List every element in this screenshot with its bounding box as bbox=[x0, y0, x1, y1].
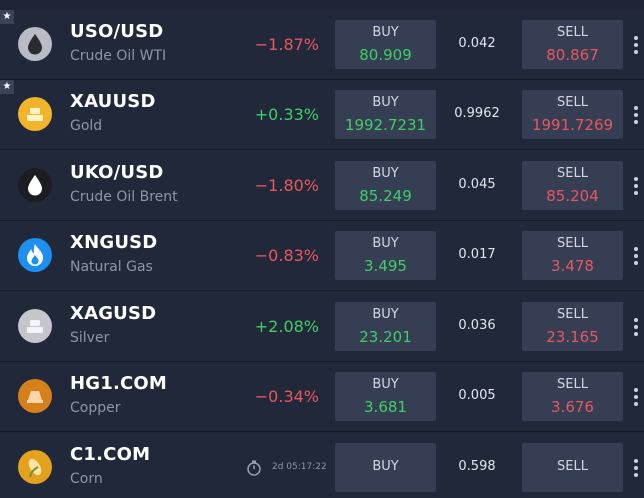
more-options-icon[interactable] bbox=[630, 316, 642, 340]
more-options-icon[interactable] bbox=[630, 386, 642, 410]
buy-label: BUY bbox=[372, 25, 399, 40]
more-options-icon[interactable] bbox=[630, 457, 642, 481]
flame-icon bbox=[18, 238, 52, 272]
sell-button[interactable]: SELL 23.165 bbox=[522, 302, 623, 351]
instrument-name: Crude Oil Brent bbox=[70, 189, 178, 205]
market-timer: 2d 05:17:22 bbox=[246, 460, 336, 476]
buy-price: 80.909 bbox=[359, 46, 412, 64]
sell-label: SELL bbox=[557, 236, 588, 251]
instrument-row[interactable]: HG1.COM Copper −0.34% BUY 3.681 0.005 SELL 3.67… bbox=[0, 362, 644, 432]
more-options-icon[interactable] bbox=[630, 175, 642, 199]
sell-button[interactable]: SELL 3.676 bbox=[522, 372, 623, 421]
silver-bars-icon bbox=[18, 309, 52, 343]
buy-button[interactable]: BUY 3.681 bbox=[335, 372, 436, 421]
instrument-symbol: XAGUSD bbox=[70, 303, 157, 324]
sell-price: 3.478 bbox=[551, 257, 594, 275]
daily-change: −1.80% bbox=[254, 176, 319, 195]
sell-price: 3.676 bbox=[551, 398, 594, 416]
instrument-name: Silver bbox=[70, 330, 110, 346]
instrument-row[interactable]: ★ XAUUSD Gold +0.33% BUY 1992.7231 0.9962 SELL 1… bbox=[0, 80, 644, 150]
instrument-symbol: XNGUSD bbox=[70, 232, 158, 253]
timer-countdown: 2d 05:17:22 bbox=[272, 462, 327, 472]
instrument-name: Gold bbox=[70, 118, 103, 134]
instrument-name: Crude Oil WTI bbox=[70, 48, 167, 64]
buy-button[interactable]: BUY bbox=[335, 443, 436, 492]
spread-value: 0.9962 bbox=[454, 106, 500, 121]
sell-button[interactable]: SELL 3.478 bbox=[522, 231, 623, 280]
more-options-icon[interactable] bbox=[630, 34, 642, 58]
sell-label: SELL bbox=[557, 25, 588, 40]
stopwatch-icon bbox=[246, 460, 262, 480]
buy-button[interactable]: BUY 23.201 bbox=[335, 302, 436, 351]
oil-drop-icon bbox=[18, 168, 52, 202]
sell-label: SELL bbox=[557, 377, 588, 392]
buy-button[interactable]: BUY 1992.7231 bbox=[335, 90, 436, 139]
instrument-symbol: UKO/USD bbox=[70, 162, 164, 183]
sell-price: 1991.7269 bbox=[531, 116, 614, 134]
instrument-symbol: HG1.COM bbox=[70, 373, 168, 394]
daily-change: +2.08% bbox=[254, 317, 319, 336]
gold-bars-icon bbox=[18, 97, 52, 131]
sell-button[interactable]: SELL 80.867 bbox=[522, 20, 623, 69]
daily-change: −1.87% bbox=[254, 35, 319, 54]
sell-label: SELL bbox=[557, 166, 588, 181]
instrument-row[interactable]: XNGUSD Natural Gas −0.83% BUY 3.495 0.017 SELL… bbox=[0, 221, 644, 291]
sell-price: 80.867 bbox=[546, 46, 599, 64]
buy-label: BUY bbox=[372, 459, 399, 474]
instrument-name: Natural Gas bbox=[70, 259, 153, 275]
sell-label: SELL bbox=[557, 95, 588, 110]
copper-bar-icon bbox=[18, 379, 52, 413]
buy-label: BUY bbox=[372, 95, 399, 110]
buy-label: BUY bbox=[372, 166, 399, 181]
sell-label: SELL bbox=[557, 459, 588, 474]
buy-price: 85.249 bbox=[359, 187, 412, 205]
corn-icon bbox=[18, 450, 52, 484]
buy-price: 3.495 bbox=[364, 257, 407, 275]
buy-price: 23.201 bbox=[359, 328, 412, 346]
oil-drop-icon bbox=[18, 27, 52, 61]
daily-change: +0.33% bbox=[254, 105, 319, 124]
spread-value: 0.036 bbox=[458, 318, 496, 333]
instrument-symbol: USO/USD bbox=[70, 21, 164, 42]
instrument-row[interactable]: XAGUSD Silver +2.08% BUY 23.201 0.036 SELL 23.1… bbox=[0, 292, 644, 362]
spread-value: 0.017 bbox=[458, 247, 496, 262]
more-options-icon[interactable] bbox=[630, 104, 642, 128]
instrument-symbol: C1.COM bbox=[70, 444, 151, 465]
sell-price: 23.165 bbox=[546, 328, 599, 346]
buy-button[interactable]: BUY 3.495 bbox=[335, 231, 436, 280]
daily-change: −0.34% bbox=[254, 387, 319, 406]
buy-button[interactable]: BUY 85.249 bbox=[335, 161, 436, 210]
instrument-row[interactable]: ★ USO/USD Crude Oil WTI −1.87% BUY 80.909 0.04… bbox=[0, 10, 644, 80]
favorite-star-icon[interactable]: ★ bbox=[0, 10, 14, 24]
instrument-name: Corn bbox=[70, 471, 103, 487]
buy-label: BUY bbox=[372, 377, 399, 392]
instrument-row[interactable]: UKO/USD Crude Oil Brent −1.80% BUY 85.249 0.0… bbox=[0, 151, 644, 221]
buy-label: BUY bbox=[372, 236, 399, 251]
sell-button[interactable]: SELL 85.204 bbox=[522, 161, 623, 210]
instrument-name: Copper bbox=[70, 400, 121, 416]
instrument-list: ★ USO/USD Crude Oil WTI −1.87% BUY 80.909 0.04… bbox=[0, 0, 644, 498]
instrument-row[interactable]: C1.COM Corn 2d 05:17:22 BUY 0.598 SELL bbox=[0, 433, 644, 498]
sell-button[interactable]: SELL bbox=[522, 443, 623, 492]
favorite-star-icon[interactable]: ★ bbox=[0, 80, 14, 94]
spread-value: 0.598 bbox=[458, 459, 496, 474]
instrument-symbol: XAUUSD bbox=[70, 91, 156, 112]
buy-button[interactable]: BUY 80.909 bbox=[335, 20, 436, 69]
more-options-icon[interactable] bbox=[630, 245, 642, 269]
buy-price: 3.681 bbox=[364, 398, 407, 416]
sell-label: SELL bbox=[557, 307, 588, 322]
sell-button[interactable]: SELL 1991.7269 bbox=[522, 90, 623, 139]
sell-price: 85.204 bbox=[546, 187, 599, 205]
buy-price: 1992.7231 bbox=[344, 116, 427, 134]
spread-value: 0.005 bbox=[458, 388, 496, 403]
buy-label: BUY bbox=[372, 307, 399, 322]
spread-value: 0.045 bbox=[458, 177, 496, 192]
spread-value: 0.042 bbox=[458, 36, 496, 51]
daily-change: −0.83% bbox=[254, 246, 319, 265]
